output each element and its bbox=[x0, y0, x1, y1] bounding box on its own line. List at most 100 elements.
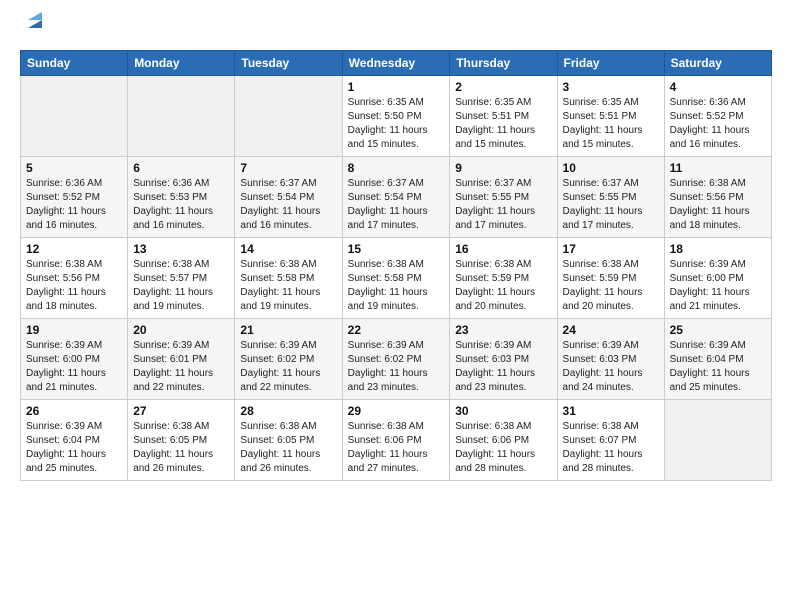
day-info: Sunrise: 6:38 AM Sunset: 6:06 PM Dayligh… bbox=[348, 420, 445, 476]
calendar-cell bbox=[664, 400, 771, 481]
day-number: 12 bbox=[26, 242, 122, 256]
day-info: Sunrise: 6:39 AM Sunset: 6:03 PM Dayligh… bbox=[563, 339, 659, 395]
day-info: Sunrise: 6:39 AM Sunset: 6:00 PM Dayligh… bbox=[26, 339, 122, 395]
column-header-monday: Monday bbox=[128, 51, 235, 76]
calendar-cell: 28 Sunrise: 6:38 AM Sunset: 6:05 PM Dayli… bbox=[235, 400, 342, 481]
calendar-cell: 9 Sunrise: 6:37 AM Sunset: 5:55 PM Daylig… bbox=[450, 157, 557, 238]
day-info: Sunrise: 6:38 AM Sunset: 5:57 PM Dayligh… bbox=[133, 258, 229, 314]
column-header-wednesday: Wednesday bbox=[342, 51, 450, 76]
day-number: 7 bbox=[240, 161, 336, 175]
calendar-cell: 17 Sunrise: 6:38 AM Sunset: 5:59 PM Dayli… bbox=[557, 238, 664, 319]
day-info: Sunrise: 6:35 AM Sunset: 5:51 PM Dayligh… bbox=[455, 96, 551, 152]
calendar-week-row: 5 Sunrise: 6:36 AM Sunset: 5:52 PM Daylig… bbox=[21, 157, 772, 238]
day-info: Sunrise: 6:38 AM Sunset: 5:56 PM Dayligh… bbox=[26, 258, 122, 314]
day-number: 25 bbox=[670, 323, 766, 337]
calendar-cell: 12 Sunrise: 6:38 AM Sunset: 5:56 PM Dayli… bbox=[21, 238, 128, 319]
day-number: 23 bbox=[455, 323, 551, 337]
logo bbox=[20, 16, 46, 40]
calendar-cell: 5 Sunrise: 6:36 AM Sunset: 5:52 PM Daylig… bbox=[21, 157, 128, 238]
day-number: 28 bbox=[240, 404, 336, 418]
calendar-cell: 10Sunrise: 6:37 AM Sunset: 5:55 PM Dayli… bbox=[557, 157, 664, 238]
day-number: 30 bbox=[455, 404, 551, 418]
day-info: Sunrise: 6:38 AM Sunset: 5:59 PM Dayligh… bbox=[563, 258, 659, 314]
day-number: 29 bbox=[348, 404, 445, 418]
day-number: 11 bbox=[670, 161, 766, 175]
day-number: 21 bbox=[240, 323, 336, 337]
day-number: 27 bbox=[133, 404, 229, 418]
day-number: 3 bbox=[563, 80, 659, 94]
calendar-week-row: 1 Sunrise: 6:35 AM Sunset: 5:50 PM Daylig… bbox=[21, 76, 772, 157]
column-header-friday: Friday bbox=[557, 51, 664, 76]
calendar-cell: 8Sunrise: 6:37 AM Sunset: 5:54 PM Daylig… bbox=[342, 157, 450, 238]
day-info: Sunrise: 6:39 AM Sunset: 6:01 PM Dayligh… bbox=[133, 339, 229, 395]
day-info: Sunrise: 6:35 AM Sunset: 5:50 PM Dayligh… bbox=[348, 96, 445, 152]
day-info: Sunrise: 6:37 AM Sunset: 5:55 PM Dayligh… bbox=[455, 177, 551, 233]
calendar-cell: 11Sunrise: 6:38 AM Sunset: 5:56 PM Dayli… bbox=[664, 157, 771, 238]
day-number: 26 bbox=[26, 404, 122, 418]
column-header-sunday: Sunday bbox=[21, 51, 128, 76]
day-info: Sunrise: 6:39 AM Sunset: 6:02 PM Dayligh… bbox=[348, 339, 445, 395]
day-number: 9 bbox=[455, 161, 551, 175]
calendar-cell: 29 Sunrise: 6:38 AM Sunset: 6:06 PM Dayli… bbox=[342, 400, 450, 481]
day-number: 5 bbox=[26, 161, 122, 175]
calendar-cell: 31Sunrise: 6:38 AM Sunset: 6:07 PM Dayli… bbox=[557, 400, 664, 481]
day-number: 1 bbox=[348, 80, 445, 94]
day-number: 13 bbox=[133, 242, 229, 256]
calendar-cell: 2 Sunrise: 6:35 AM Sunset: 5:51 PM Daylig… bbox=[450, 76, 557, 157]
calendar-cell bbox=[235, 76, 342, 157]
calendar-cell: 15 Sunrise: 6:38 AM Sunset: 5:58 PM Dayli… bbox=[342, 238, 450, 319]
calendar-cell: 23 Sunrise: 6:39 AM Sunset: 6:03 PM Dayli… bbox=[450, 319, 557, 400]
day-number: 8 bbox=[348, 161, 445, 175]
day-info: Sunrise: 6:37 AM Sunset: 5:55 PM Dayligh… bbox=[563, 177, 659, 233]
calendar-cell: 26Sunrise: 6:39 AM Sunset: 6:04 PM Dayli… bbox=[21, 400, 128, 481]
calendar-cell: 1 Sunrise: 6:35 AM Sunset: 5:50 PM Daylig… bbox=[342, 76, 450, 157]
day-number: 2 bbox=[455, 80, 551, 94]
logo-arrow-icon bbox=[24, 10, 46, 32]
day-info: Sunrise: 6:38 AM Sunset: 5:58 PM Dayligh… bbox=[240, 258, 336, 314]
page-header bbox=[20, 16, 772, 40]
day-info: Sunrise: 6:39 AM Sunset: 6:03 PM Dayligh… bbox=[455, 339, 551, 395]
day-info: Sunrise: 6:37 AM Sunset: 5:54 PM Dayligh… bbox=[240, 177, 336, 233]
day-info: Sunrise: 6:36 AM Sunset: 5:52 PM Dayligh… bbox=[26, 177, 122, 233]
day-info: Sunrise: 6:36 AM Sunset: 5:52 PM Dayligh… bbox=[670, 96, 766, 152]
calendar-cell: 20 Sunrise: 6:39 AM Sunset: 6:01 PM Dayli… bbox=[128, 319, 235, 400]
day-number: 22 bbox=[348, 323, 445, 337]
day-number: 4 bbox=[670, 80, 766, 94]
column-header-tuesday: Tuesday bbox=[235, 51, 342, 76]
calendar-cell: 30 Sunrise: 6:38 AM Sunset: 6:06 PM Dayli… bbox=[450, 400, 557, 481]
day-info: Sunrise: 6:38 AM Sunset: 6:06 PM Dayligh… bbox=[455, 420, 551, 476]
day-number: 17 bbox=[563, 242, 659, 256]
calendar-cell: 7 Sunrise: 6:37 AM Sunset: 5:54 PM Daylig… bbox=[235, 157, 342, 238]
calendar-table: SundayMondayTuesdayWednesdayThursdayFrid… bbox=[20, 50, 772, 481]
calendar-week-row: 12 Sunrise: 6:38 AM Sunset: 5:56 PM Dayli… bbox=[21, 238, 772, 319]
day-info: Sunrise: 6:39 AM Sunset: 6:04 PM Dayligh… bbox=[670, 339, 766, 395]
column-header-saturday: Saturday bbox=[664, 51, 771, 76]
day-number: 16 bbox=[455, 242, 551, 256]
day-info: Sunrise: 6:38 AM Sunset: 6:05 PM Dayligh… bbox=[240, 420, 336, 476]
calendar-header-row: SundayMondayTuesdayWednesdayThursdayFrid… bbox=[21, 51, 772, 76]
day-info: Sunrise: 6:38 AM Sunset: 5:59 PM Dayligh… bbox=[455, 258, 551, 314]
calendar-cell: 21 Sunrise: 6:39 AM Sunset: 6:02 PM Dayli… bbox=[235, 319, 342, 400]
calendar-cell: 6 Sunrise: 6:36 AM Sunset: 5:53 PM Daylig… bbox=[128, 157, 235, 238]
column-header-thursday: Thursday bbox=[450, 51, 557, 76]
day-info: Sunrise: 6:38 AM Sunset: 5:58 PM Dayligh… bbox=[348, 258, 445, 314]
day-info: Sunrise: 6:39 AM Sunset: 6:02 PM Dayligh… bbox=[240, 339, 336, 395]
calendar-cell: 24Sunrise: 6:39 AM Sunset: 6:03 PM Dayli… bbox=[557, 319, 664, 400]
calendar-cell: 13 Sunrise: 6:38 AM Sunset: 5:57 PM Dayli… bbox=[128, 238, 235, 319]
day-number: 18 bbox=[670, 242, 766, 256]
day-info: Sunrise: 6:35 AM Sunset: 5:51 PM Dayligh… bbox=[563, 96, 659, 152]
day-number: 15 bbox=[348, 242, 445, 256]
day-number: 19 bbox=[26, 323, 122, 337]
day-number: 20 bbox=[133, 323, 229, 337]
day-number: 14 bbox=[240, 242, 336, 256]
calendar-week-row: 19 Sunrise: 6:39 AM Sunset: 6:00 PM Dayli… bbox=[21, 319, 772, 400]
calendar-cell bbox=[128, 76, 235, 157]
day-number: 31 bbox=[563, 404, 659, 418]
calendar-cell: 3 Sunrise: 6:35 AM Sunset: 5:51 PM Daylig… bbox=[557, 76, 664, 157]
calendar-cell: 18Sunrise: 6:39 AM Sunset: 6:00 PM Dayli… bbox=[664, 238, 771, 319]
calendar-cell: 16 Sunrise: 6:38 AM Sunset: 5:59 PM Dayli… bbox=[450, 238, 557, 319]
calendar-week-row: 26Sunrise: 6:39 AM Sunset: 6:04 PM Dayli… bbox=[21, 400, 772, 481]
day-info: Sunrise: 6:36 AM Sunset: 5:53 PM Dayligh… bbox=[133, 177, 229, 233]
day-number: 6 bbox=[133, 161, 229, 175]
calendar-cell: 19 Sunrise: 6:39 AM Sunset: 6:00 PM Dayli… bbox=[21, 319, 128, 400]
